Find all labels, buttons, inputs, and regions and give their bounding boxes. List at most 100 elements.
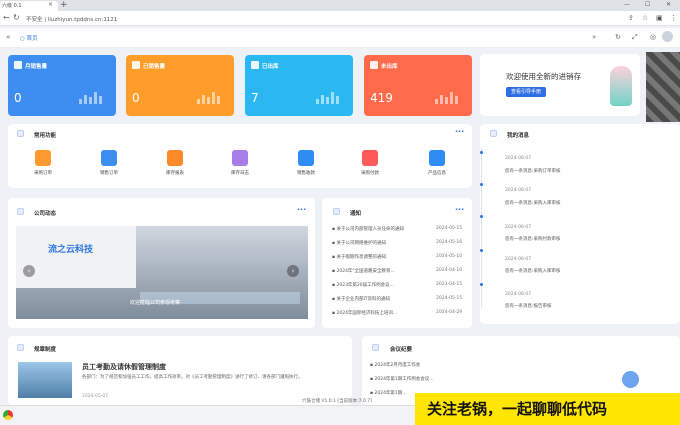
home-tab-label: 首页 [26, 36, 38, 42]
bar-graphic-icon [197, 92, 220, 104]
notice-title: 通知 [350, 211, 362, 217]
notice-item[interactable]: ▪ 关于公司内部管理人员任命的通知 2024-05-15 [332, 226, 464, 232]
timeline-dot [480, 249, 483, 252]
rules-thumbnail[interactable] [18, 362, 72, 398]
function-stock-report[interactable]: 库存报表 [153, 150, 197, 176]
carousel-next-icon[interactable]: › [287, 265, 299, 277]
doc-icon [14, 61, 22, 69]
bar-graphic-icon [316, 92, 339, 104]
payment-icon [362, 150, 378, 166]
order-icon [101, 150, 117, 166]
messages-title: 我的消息 [507, 133, 530, 139]
meeting-text: 2024年2月月度工作会 [374, 363, 421, 368]
back-icon[interactable]: ← [3, 13, 10, 22]
function-label: 产品信息 [428, 171, 446, 176]
notification-icon[interactable]: ◎ [650, 33, 656, 41]
rules-article-date: 2024-05-07 [82, 394, 109, 399]
extensions-icon[interactable]: ▣ [656, 14, 663, 22]
message-date: 2024-06-07 [505, 156, 532, 161]
rules-article-text: 各部门：为了规范和加强员工工作。提高工作效率。对《员工考勤管理制度》进行了修订、… [82, 375, 303, 380]
meeting-text: 2024年第1期工作例会会议... [374, 377, 434, 382]
news-header-icon [17, 208, 24, 215]
notice-text: 关于公司内部管理人员任命的通知 [336, 227, 404, 232]
tab-close-icon[interactable]: × [48, 1, 53, 8]
url-field[interactable]: 不安全 | liuzhiyun.tpddns.cn:1121 [26, 15, 117, 23]
carousel-prev-icon[interactable]: ‹ [23, 265, 35, 277]
new-tab-icon[interactable]: + [60, 0, 68, 11]
stat-value: 419 [370, 91, 393, 105]
meeting-text: 2024年第1期... [374, 391, 407, 396]
function-sales-receipt[interactable]: 销售收款 [284, 150, 328, 176]
function-stock-log[interactable]: 库存日志 [218, 150, 262, 176]
fullscreen-icon[interactable]: ⤢ [632, 33, 638, 42]
notice-item[interactable]: ▪ 关于公司网络维护的通知 2024-05-16 [332, 240, 464, 246]
minimize-icon[interactable]: — [624, 1, 630, 8]
notice-more-icon[interactable]: ··· [455, 205, 464, 214]
functions-more-icon[interactable]: ··· [455, 127, 464, 136]
refresh-icon[interactable]: ↻ [615, 33, 621, 41]
notice-text: 2024年国际经济科技上培训... [336, 311, 398, 316]
notice-date: 2024-04-29 [436, 310, 463, 315]
function-label: 采购订单 [34, 171, 52, 176]
stat-label: 月销售量 [25, 64, 48, 70]
message-text[interactable]: 您有一条消息:采购订单审核 [505, 168, 561, 174]
notice-item[interactable]: ▪ 关于假期作息调整的通知 2024-05-10 [332, 254, 464, 260]
carousel-caption: 欢迎莅临公司参观考察 [130, 300, 181, 306]
chrome-icon[interactable] [3, 410, 13, 420]
doc-icon [251, 61, 259, 69]
notice-header-icon [333, 208, 340, 215]
notice-item[interactable]: ▪ 2024年国际经济科技上培训... 2024-04-29 [332, 310, 464, 316]
timeline-dot [480, 283, 483, 286]
rules-title: 规章制度 [34, 347, 57, 353]
rules-article-title[interactable]: 员工考勤及请休假管理制度 [82, 362, 166, 372]
stat-card-not-shipped[interactable]: 未出库 419 [364, 55, 472, 116]
stat-value: 0 [14, 91, 22, 105]
notice-item[interactable]: ▪ 关于企业内部IT资料的通知 2024-05-15 [332, 296, 464, 302]
guide-button[interactable]: 查看引导手册 [506, 87, 546, 97]
message-text[interactable]: 您有一条消息:报告审核 [505, 303, 552, 309]
maximize-icon[interactable]: ☐ [645, 1, 650, 8]
collapse-sidebar-icon[interactable]: « [6, 33, 10, 41]
stat-card-shipped[interactable]: 已出库 7 [245, 55, 353, 116]
bar-graphic-icon [79, 92, 102, 104]
function-purchase-payment[interactable]: 采购付款 [348, 150, 392, 176]
notice-item[interactable]: ▪ 2024年"全国道路安全教育... 2024-04-10 [332, 268, 464, 274]
timeline-dot [480, 183, 483, 186]
function-label: 库存日志 [231, 171, 249, 176]
meeting-item[interactable]: ▪ 2024年2月月度工作会 [370, 362, 502, 368]
function-sales-order[interactable]: 销售订单 [87, 150, 131, 176]
close-window-icon[interactable]: ✕ [666, 1, 671, 8]
message-text[interactable]: 您有一条消息:采购入库审核 [505, 268, 561, 274]
message-text[interactable]: 您有一条消息:采购付款审核 [505, 236, 561, 242]
home-tab[interactable]: ○ 首页 [20, 34, 38, 42]
stat-card-sold[interactable]: 已销售量 0 [126, 55, 234, 116]
expand-icon[interactable]: » [592, 33, 596, 41]
notice-date: 2024-05-15 [436, 226, 463, 231]
functions-title: 常用功能 [34, 133, 57, 139]
browser-menu-icon[interactable]: ⋮ [670, 14, 677, 22]
message-text[interactable]: 您有一条消息:采购入库审核 [505, 200, 561, 206]
company-title: 公司动态 [34, 211, 57, 217]
rules-header-icon [17, 344, 24, 351]
share-icon[interactable]: ⇪ [628, 14, 634, 22]
stat-label: 未出库 [381, 64, 398, 70]
company-more-icon[interactable]: ··· [297, 205, 306, 214]
meeting-item[interactable]: ▪ 2024年第1期工作例会会议... [370, 376, 502, 382]
avatar[interactable] [662, 31, 673, 42]
message-date: 2024-06-07 [505, 257, 532, 262]
floating-assistant-button[interactable] [622, 371, 639, 388]
function-header-icon [17, 130, 24, 137]
notice-item[interactable]: ▪ 2023年第20届工作例会议... 2023-04-15 [332, 282, 464, 288]
message-date: 2024-06-07 [505, 188, 532, 193]
function-purchase-order[interactable]: 采购订单 [21, 150, 65, 176]
meetings-title: 会议纪要 [390, 347, 413, 353]
promo-overlay: 关注老锅，一起聊聊低代码 [415, 393, 680, 425]
home-icon: ○ [20, 36, 25, 42]
message-date: 2024-06-07 [505, 225, 532, 230]
reload-icon[interactable]: ↻ [13, 13, 20, 22]
bookmark-star-icon[interactable]: ☆ [642, 14, 648, 22]
notice-date: 2024-04-10 [436, 268, 463, 273]
stat-card-monthly-sales[interactable]: 月销售量 0 [8, 55, 116, 116]
notice-date: 2024-05-16 [436, 240, 463, 245]
function-product-info[interactable]: 产品信息 [415, 150, 459, 176]
